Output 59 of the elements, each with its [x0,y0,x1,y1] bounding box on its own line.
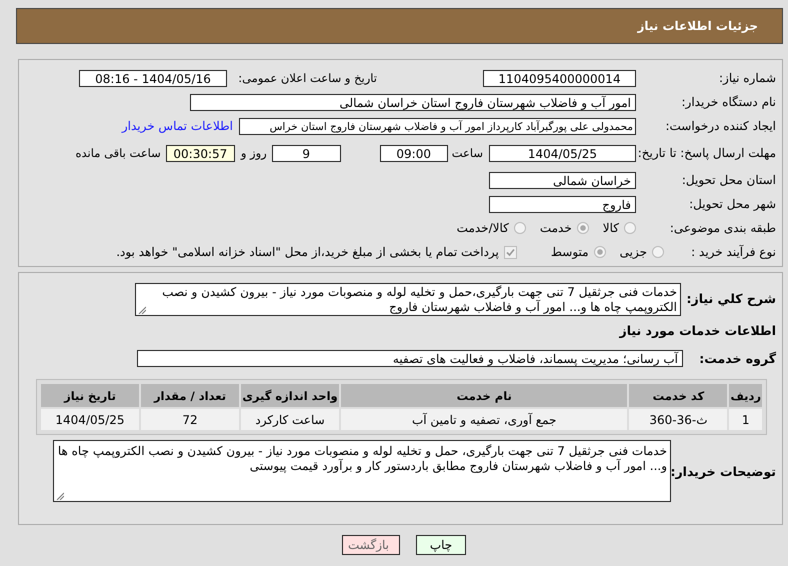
checkbox-label: پرداخت تمام یا بخشی از مبلغ خرید،از محل "اسناد خزانه اسلامی" خواهد بود. [116,245,499,259]
field-label: ساعت باقی مانده [76,146,161,160]
contact-link[interactable]: اطلاعات تماس خریدار [122,119,233,133]
field-label: توضیحات خریدار: [671,464,776,478]
field-label: ایجاد کننده درخواست: [664,119,776,133]
field-label: استان محل تحویل: [680,173,776,187]
field-label: تاریخ و ساعت اعلان عمومی: [237,71,377,85]
option-label: جزیی [620,245,647,259]
table-cell: ساعت کارکرد [241,409,339,430]
table-cell: جمع آوری، تصفیه و تامین آب [341,409,628,430]
radio-button[interactable] [624,222,636,234]
field-label: شهر محل تحویل: [688,197,776,211]
column-header: ردیف [729,384,762,407]
field-label: مهلت ارسال پاسخ: تا تاریخ: [636,146,776,160]
option-label: خدمت [540,221,572,235]
table-cell: 1 [729,409,762,430]
option-label: متوسط [550,245,589,259]
option-label: کالا [602,221,619,235]
radio-button[interactable] [652,246,664,258]
input-field[interactable]: محمدولی علی پورگبرآباد کارپرداز امور آب و فاضلاب شهرستان فاروج استان خراس [239,118,636,134]
table-cell: 1404/05/25 [41,409,139,430]
option-label: کالا/خدمت [456,221,509,235]
field-label: گروه خدمت: [698,351,776,366]
input-field[interactable]: امور آب و فاضلاب شهرستان فاروج استان خراسان شمالی [190,94,636,110]
column-header: نام خدمت [341,384,628,407]
input-field[interactable]: 09:00 [380,144,448,162]
countdown-field: 00:30:57 [166,144,235,162]
input-field[interactable]: خراسان شمالی [489,172,636,188]
column-header: واحد اندازه گیری [241,384,339,407]
input-field[interactable]: 9 [272,144,341,162]
resize-grip-icon[interactable] [138,306,146,314]
input-field[interactable]: 1404/05/25 [489,144,636,162]
table-cell: ث-36-360 [629,409,728,430]
back-button[interactable]: بازگشت [342,535,400,555]
text-area[interactable]: خدمات فنی جرثقیل 7 تنی جهت بارگیری، حمل و تخلیه لوله و منصوبات مورد نیاز - بیرون کشیدن و نصب الکتروپمپ چاه ها و... امور آب و فاضلاب شهرستان فاروج مطابق باردستور کار و برآورد قیمت پیوستی [53,440,671,502]
table-cell: 72 [141,409,239,430]
column-header: کد خدمت [629,384,728,407]
checkbox[interactable] [504,246,517,258]
input-field[interactable]: 1104095400000014 [483,70,636,86]
radio-button[interactable] [576,222,589,234]
input-field[interactable]: آب رسانی؛ مدیریت پسماند، فاضلاب و فعالیت های تصفیه [137,350,683,367]
page-title: جزئیات اطلاعات نیاز [637,19,758,33]
column-header: تاریخ نیاز [41,384,139,407]
input-field[interactable]: 1404/05/16 - 08:16 [79,70,227,86]
field-label: طبقه بندی موضوعی: [668,221,776,235]
radio-button[interactable] [514,222,526,234]
field-label: نوع فرآیند خرید : [690,245,776,259]
field-label: نام دستگاه خریدار: [680,95,776,109]
column-header: تعداد / مقدار [141,384,239,407]
input-field[interactable]: فاروج [489,196,636,212]
field-label: ساعت [452,146,483,160]
field-label: روز و [240,146,267,160]
radio-button[interactable] [594,246,606,258]
section-heading: اطلاعات خدمات مورد نیاز [618,323,776,340]
field-label: شرح کلي نیاز: [686,291,776,306]
print-button[interactable]: چاپ [416,535,466,555]
text-area[interactable]: خدمات فنی جرثقیل 7 تنی جهت بارگیری،حمل و تخلیه لوله و منصوبات مورد نیاز - بیرون کشیدن و نصب الکتروپمپ چاه ها و... امور آب و فاضلاب شهرستان فاروج [135,283,681,316]
resize-grip-icon[interactable] [56,492,64,500]
field-label: شماره نیاز: [718,71,776,85]
